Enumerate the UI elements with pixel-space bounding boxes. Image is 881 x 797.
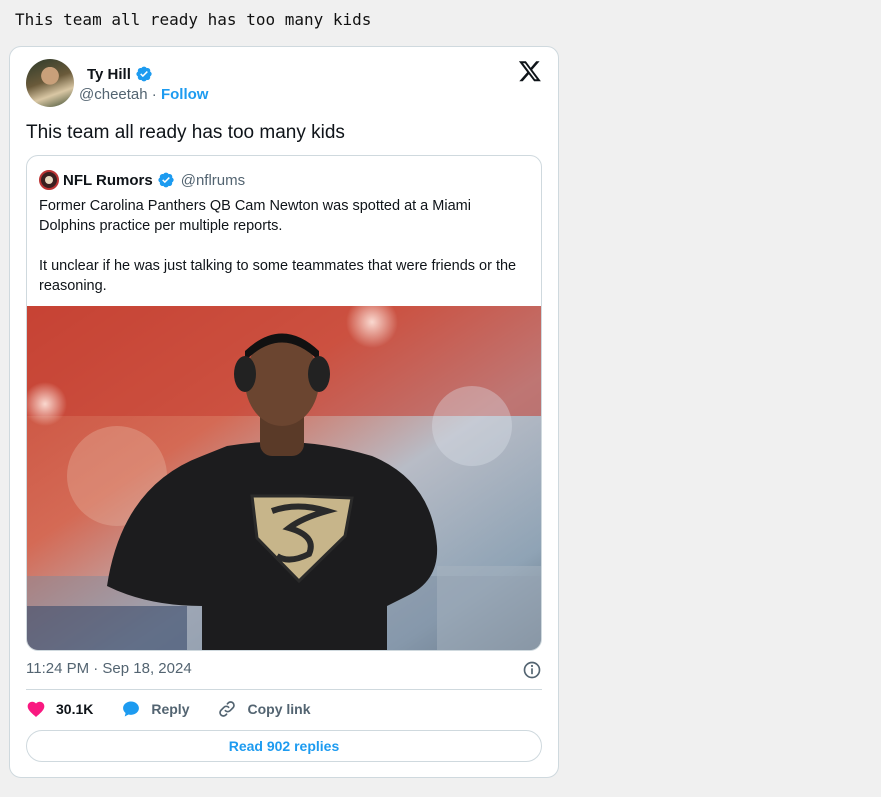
copy-link-label: Copy link [247,701,311,717]
quoted-paragraph-2: It unclear if he was just talking to som… [39,258,517,294]
quoted-tweet-text: Former Carolina Panthers QB Cam Newton w… [39,196,529,316]
verified-badge-icon [158,172,174,188]
copy-link-button[interactable]: Copy link [217,699,311,719]
verified-badge-icon [136,66,152,82]
author-name[interactable]: Ty Hill [87,66,131,83]
quoted-author-avatar[interactable] [39,170,59,190]
quoted-author-handle[interactable]: @nflrums [181,172,245,189]
like-count: 30.1K [56,701,94,717]
info-icon[interactable] [522,660,542,680]
quoted-paragraph-1: Former Carolina Panthers QB Cam Newton w… [39,198,471,234]
follow-button[interactable]: Follow [161,86,209,103]
embedded-tweet-card[interactable]: Ty Hill @cheetah · Follow This team all … [9,46,559,778]
like-button[interactable]: 30.1K [26,699,93,719]
reply-button[interactable]: Reply [121,699,189,719]
quoted-tweet[interactable]: NFL Rumors @nflrums Former Carolina Pant… [26,155,542,651]
handle-separator: · [151,86,157,103]
tweet-text: This team all ready has too many kids [26,122,345,143]
quoted-tweet-header: NFL Rumors @nflrums [39,170,245,190]
author-name-row[interactable]: Ty Hill [87,65,153,83]
author-handle[interactable]: @cheetah [79,86,148,103]
link-icon [219,701,236,717]
x-logo-icon[interactable] [518,59,542,83]
tweet-actions: 30.1K Reply Copy link [26,699,339,719]
quoted-tweet-photo[interactable] [27,306,541,650]
divider [26,689,542,690]
reply-label: Reply [151,701,190,717]
post-caption: This team all ready has too many kids [15,10,372,29]
author-avatar[interactable] [26,59,74,107]
quoted-author-name[interactable]: NFL Rumors [63,172,153,189]
read-replies-button[interactable]: Read 902 replies [26,730,542,762]
tweet-timestamp[interactable]: 11:24 PM · Sep 18, 2024 [26,660,192,677]
author-handle-row: @cheetah · Follow [79,86,208,103]
tweet-meta-row: 11:24 PM · Sep 18, 2024 [26,660,542,680]
reply-bubble-icon [123,701,140,717]
heart-icon [27,701,45,717]
